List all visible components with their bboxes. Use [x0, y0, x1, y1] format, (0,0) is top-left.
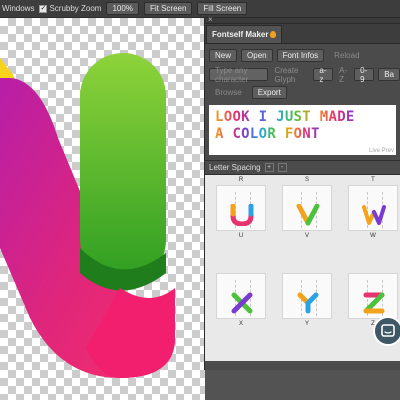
- preview-line-2: A COLOR FONT: [215, 126, 320, 142]
- scrubby-zoom-checkbox[interactable]: ✓: [39, 4, 48, 13]
- uppercase-set-button[interactable]: A-Z: [337, 66, 350, 84]
- zoom-100-button[interactable]: 100%: [106, 2, 139, 15]
- glyph-z-artwork: [363, 292, 385, 314]
- live-preview-label: Live Prev: [368, 148, 394, 154]
- glyph-toolbar: Type any character Create Glyph a-z A-Z …: [205, 66, 400, 84]
- glyph-label: V: [304, 233, 309, 239]
- open-button[interactable]: Open: [241, 49, 273, 62]
- font-infos-button[interactable]: Font Infos: [276, 49, 325, 62]
- glyph-card[interactable]: [282, 273, 332, 319]
- glyph-card[interactable]: [216, 273, 266, 319]
- glyph-card[interactable]: [216, 185, 266, 231]
- panel-toolbar: New Open Font Infos Reload: [205, 49, 400, 62]
- scrubby-zoom-option[interactable]: ✓ Scrubby Zoom: [39, 4, 101, 13]
- options-bar: Windows ✓ Scrubby Zoom 100% Fit Screen F…: [0, 0, 400, 18]
- digits-set-button[interactable]: 0-9: [354, 66, 375, 84]
- spacing-increase-button[interactable]: +: [264, 163, 274, 172]
- glyph-y-artwork: [297, 292, 319, 314]
- new-button[interactable]: New: [209, 49, 238, 62]
- glyph-x-artwork: [231, 292, 253, 314]
- glyph-grid: R S T U V W X Y Z: [205, 175, 400, 361]
- glyph-card[interactable]: [348, 185, 398, 231]
- glyph-w-artwork: [362, 205, 386, 225]
- glyph-cell-v[interactable]: V: [282, 175, 332, 241]
- letter-spacing-bar: Letter Spacing + -: [205, 160, 400, 175]
- glyph-cell-x[interactable]: X: [216, 263, 266, 329]
- glyph-v-artwork: [296, 204, 320, 226]
- glyph-label: W: [370, 233, 376, 239]
- letter-spacing-label: Letter Spacing: [209, 163, 261, 172]
- preview-line-1: LOOK I JUST MADE: [215, 109, 355, 125]
- lowercase-set-button[interactable]: a-z: [313, 66, 334, 84]
- tab-fontself-maker[interactable]: Fontself Maker: [206, 25, 283, 43]
- glyph-label: X: [238, 321, 243, 327]
- glyph-card[interactable]: [348, 273, 398, 319]
- basic-set-button[interactable]: Ba: [378, 68, 400, 81]
- action-row: Browse Export: [205, 86, 400, 99]
- windows-option[interactable]: Windows: [2, 4, 34, 13]
- fill-screen-button[interactable]: Fill Screen: [197, 2, 248, 15]
- chat-button[interactable]: [373, 316, 400, 346]
- spacing-decrease-button[interactable]: -: [277, 163, 287, 172]
- document-canvas[interactable]: [0, 18, 205, 400]
- glyph-cell-u[interactable]: U: [216, 175, 266, 241]
- green-pill-shape: [80, 53, 166, 283]
- browse-button[interactable]: Browse: [209, 86, 248, 99]
- chat-icon: [381, 324, 395, 337]
- panel-tab-row: Fontself Maker: [205, 24, 400, 44]
- glyph-cell-y[interactable]: Y: [282, 263, 332, 329]
- glyph-cell-w[interactable]: W: [348, 175, 398, 241]
- panel-close-icon[interactable]: ×: [208, 15, 213, 24]
- fit-screen-button[interactable]: Fit Screen: [143, 2, 193, 15]
- create-glyph-button[interactable]: Create Glyph: [272, 66, 309, 84]
- character-input[interactable]: Type any character: [209, 66, 269, 84]
- glyph-label: Y: [304, 321, 309, 327]
- panel-header-strip: ×: [205, 15, 400, 24]
- glyph-label: U: [238, 233, 244, 239]
- letter-artwork: [0, 53, 175, 378]
- live-preview[interactable]: LOOK I JUST MADE A COLOR FONT Live Prev: [209, 105, 396, 155]
- tab-title: Fontself Maker: [212, 30, 269, 39]
- scrubby-zoom-label: Scrubby Zoom: [49, 4, 102, 13]
- export-button[interactable]: Export: [251, 86, 287, 99]
- windows-label: Windows: [2, 4, 35, 13]
- fontself-panel: × Fontself Maker New Open Font Infos Rel…: [204, 15, 400, 370]
- reload-button[interactable]: Reload: [328, 49, 365, 62]
- glyph-u-artwork: [230, 204, 254, 226]
- glyph-card[interactable]: [282, 185, 332, 231]
- flame-icon: [270, 31, 277, 38]
